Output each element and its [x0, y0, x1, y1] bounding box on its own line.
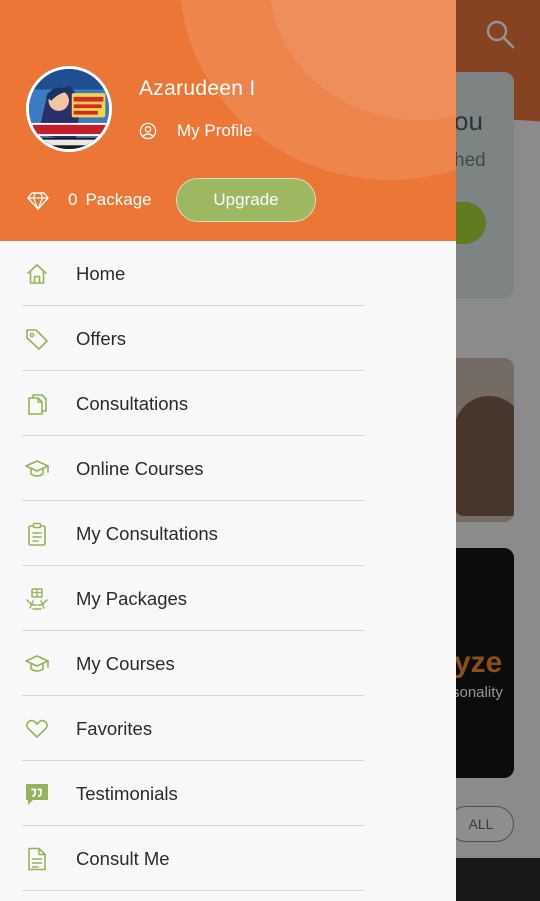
heart-icon: [24, 716, 50, 742]
graduation-cap-icon: [24, 456, 50, 482]
user-name: Azarudeen I: [139, 77, 256, 100]
menu-label-my-packages: My Packages: [76, 587, 188, 609]
copy-documents-icon: [24, 391, 50, 417]
avatar-image: [29, 69, 109, 149]
menu-label-my-courses: My Courses: [76, 652, 175, 674]
menu-label-consult-me: Consult Me: [76, 847, 170, 869]
menu-label-favorites: Favorites: [76, 717, 153, 739]
menu-label-testimonials: Testimonials: [76, 782, 178, 804]
my-profile-link[interactable]: My Profile: [139, 118, 253, 144]
menu-label-home: Home: [76, 262, 126, 284]
menu-item-online-courses[interactable]: Online Courses: [0, 436, 456, 501]
navigation-drawer: Azarudeen I My Profile 0 Package Upgrade…: [0, 0, 456, 901]
package-label: Package: [85, 190, 152, 209]
menu-item-offers[interactable]: Offers: [0, 306, 456, 371]
menu-label-offers: Offers: [76, 327, 127, 349]
drawer-menu: Home Offers Consultations Online Courses: [0, 241, 456, 891]
graduation-cap-icon: [24, 651, 50, 677]
tag-icon: [24, 326, 50, 352]
menu-label-online-courses: Online Courses: [76, 457, 204, 479]
my-profile-label: My Profile: [177, 121, 253, 140]
menu-label-consultations: Consultations: [76, 392, 189, 414]
document-icon: [24, 846, 50, 872]
menu-item-testimonials[interactable]: Testimonials: [0, 761, 456, 826]
menu-label-my-consultations: My Consultations: [76, 522, 218, 544]
upgrade-button[interactable]: Upgrade: [176, 178, 316, 222]
clipboard-icon: [24, 521, 50, 547]
package-summary: 0 Package: [26, 178, 152, 222]
menu-item-favorites[interactable]: Favorites: [0, 696, 456, 761]
quote-icon: [24, 781, 50, 807]
user-circle-icon: [139, 122, 157, 140]
package-hands-icon: [24, 586, 50, 612]
menu-item-my-consultations[interactable]: My Consultations: [0, 501, 456, 566]
menu-item-consultations[interactable]: Consultations: [0, 371, 456, 436]
home-icon: [24, 261, 50, 287]
avatar[interactable]: [26, 66, 112, 152]
diamond-icon: [26, 188, 50, 212]
menu-item-home[interactable]: Home: [0, 241, 456, 306]
drawer-header: Azarudeen I My Profile 0 Package Upgrade: [0, 0, 456, 241]
menu-item-my-courses[interactable]: My Courses: [0, 631, 456, 696]
menu-item-consult-me[interactable]: Consult Me: [0, 826, 456, 891]
menu-item-my-packages[interactable]: My Packages: [0, 566, 456, 631]
package-count: 0: [68, 190, 78, 209]
